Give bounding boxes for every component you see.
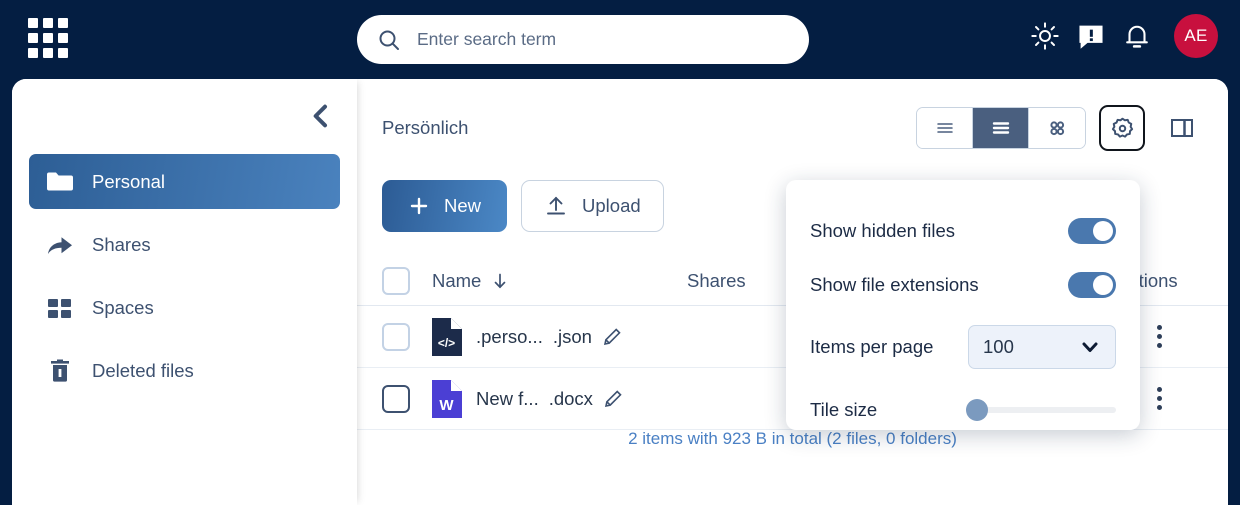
setting-show-hidden-files: Show hidden files — [810, 204, 1116, 258]
column-header-shares[interactable]: Shares — [687, 270, 746, 292]
grid-cell — [43, 18, 53, 28]
brightness-icon[interactable] — [1030, 21, 1060, 51]
grid-cell — [28, 18, 38, 28]
sidebar-item-label: Spaces — [92, 297, 154, 319]
grid-cell — [58, 33, 68, 43]
setting-label: Items per page — [810, 336, 968, 358]
column-header-name[interactable]: Name — [432, 270, 509, 292]
setting-show-file-extensions: Show file extensions — [810, 258, 1116, 312]
upload-button-label: Upload — [582, 195, 641, 217]
view-mode-toggle-group — [916, 107, 1086, 149]
view-mode-condensed-list[interactable] — [917, 108, 973, 148]
breadcrumb[interactable]: Persönlich — [382, 117, 468, 139]
grid-cell — [43, 33, 53, 43]
notifications-bell-icon[interactable] — [1122, 21, 1152, 51]
row-context-menu-button[interactable] — [1153, 383, 1166, 414]
svg-text:</>: </> — [438, 336, 455, 350]
setting-label: Show file extensions — [810, 274, 1068, 296]
column-header-name-label: Name — [432, 270, 481, 292]
share-arrow-icon — [46, 231, 76, 259]
sidebar-item-label: Deleted files — [92, 360, 194, 382]
svg-text:W: W — [439, 397, 454, 414]
file-name: New f... — [476, 388, 539, 410]
search-bar[interactable] — [357, 15, 809, 64]
tile-size-slider[interactable] — [966, 407, 1116, 413]
app-root: AE Personal — [0, 0, 1240, 505]
items-per-page-select[interactable]: 100 — [968, 325, 1116, 369]
setting-label: Tile size — [810, 399, 966, 421]
grid-cell — [58, 48, 68, 58]
toggle-knob — [1093, 221, 1113, 241]
view-mode-default-list[interactable] — [973, 108, 1029, 148]
trash-icon — [46, 357, 76, 385]
setting-items-per-page: Items per page 100 — [810, 312, 1116, 382]
upload-button[interactable]: Upload — [521, 180, 664, 232]
arrow-down-icon — [491, 272, 509, 290]
show-file-extensions-toggle[interactable] — [1068, 272, 1116, 298]
display-settings-popover: Show hidden files Show file extensions I… — [786, 180, 1140, 430]
grid-cell — [43, 48, 53, 58]
setting-tile-size: Tile size — [810, 382, 1116, 438]
sidebar: Personal Shares — [12, 79, 357, 505]
sidebar-item-shares[interactable]: Shares — [29, 217, 340, 272]
sidebar-item-personal[interactable]: Personal — [29, 154, 340, 209]
folder-icon — [46, 168, 76, 196]
feedback-icon[interactable] — [1076, 21, 1106, 51]
search-icon — [377, 28, 401, 52]
sidebar-item-label: Personal — [92, 171, 165, 193]
avatar[interactable]: AE — [1174, 14, 1218, 58]
spaces-grid-icon — [46, 294, 76, 322]
word-file-icon: W — [432, 380, 462, 418]
file-name-cell: .perso... .json — [476, 326, 622, 348]
display-settings-button[interactable] — [1099, 105, 1145, 151]
plus-icon — [408, 195, 430, 217]
top-navigation-bar: AE — [0, 0, 1240, 79]
view-mode-tiles[interactable] — [1029, 108, 1085, 148]
upload-icon — [544, 194, 568, 218]
select-all-checkbox[interactable] — [382, 267, 410, 295]
side-panel-toggle-icon[interactable] — [1165, 111, 1199, 145]
sidebar-nav: Personal Shares — [12, 154, 357, 406]
file-name: .perso... — [476, 326, 543, 348]
toggle-knob — [1093, 275, 1113, 295]
tile-size-slider-thumb[interactable] — [966, 399, 988, 421]
sidebar-item-spaces[interactable]: Spaces — [29, 280, 340, 335]
row-checkbox[interactable] — [382, 323, 410, 351]
grid-cell — [58, 18, 68, 28]
items-per-page-value: 100 — [983, 336, 1014, 358]
file-extension: .docx — [549, 388, 593, 410]
grid-cell — [28, 48, 38, 58]
grid-cell — [28, 33, 38, 43]
apps-grid-icon[interactable] — [28, 18, 70, 60]
file-extension: .json — [553, 326, 592, 348]
row-checkbox[interactable] — [382, 385, 410, 413]
chevron-down-icon — [1079, 336, 1101, 358]
row-context-menu-button[interactable] — [1153, 321, 1166, 352]
show-hidden-files-toggle[interactable] — [1068, 218, 1116, 244]
chevron-left-icon[interactable] — [305, 100, 337, 132]
rename-pencil-icon[interactable] — [603, 389, 623, 409]
file-actions-row: New Upload — [382, 180, 664, 232]
rename-pencil-icon[interactable] — [602, 327, 622, 347]
file-name-cell: New f... .docx — [476, 388, 623, 410]
code-file-icon: </> — [432, 318, 462, 356]
search-input[interactable] — [417, 29, 777, 50]
top-bar-icon-group: AE — [1030, 14, 1218, 58]
sidebar-item-label: Shares — [92, 234, 151, 256]
sidebar-item-deleted-files[interactable]: Deleted files — [29, 343, 340, 398]
new-button-label: New — [444, 195, 481, 217]
setting-label: Show hidden files — [810, 220, 1068, 242]
new-button[interactable]: New — [382, 180, 507, 232]
